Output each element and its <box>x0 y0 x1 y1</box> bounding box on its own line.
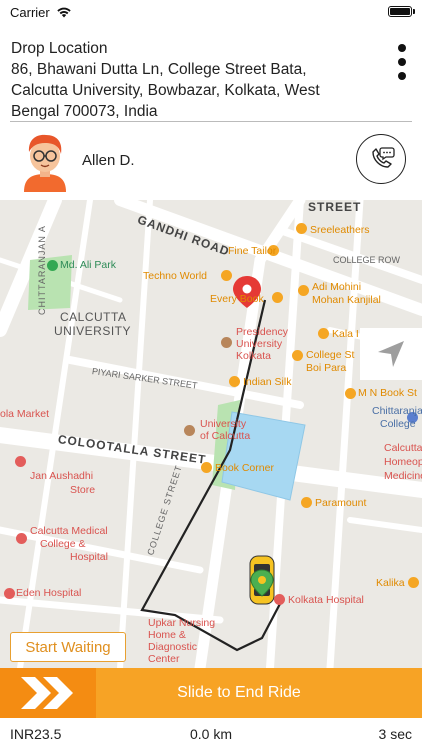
map-label: Calcutta <box>384 442 422 454</box>
map-label: Center <box>148 653 180 665</box>
poi-marker <box>274 594 285 605</box>
map-label: CALCUTTA <box>60 310 127 324</box>
map-label: CHITTARANJAN A <box>37 225 47 315</box>
avatar <box>24 134 66 192</box>
poi-marker <box>221 270 232 281</box>
map-label: Jan Aushadhi <box>30 470 94 482</box>
drop-location-panel: Drop Location 86, Bhawani Dutta Ln, Coll… <box>0 34 422 122</box>
map-label: Kolkata <box>236 350 272 362</box>
poi-marker <box>15 456 26 467</box>
battery-icon <box>388 6 415 17</box>
map-label: Sreeleathers <box>310 224 370 236</box>
poi-marker <box>408 577 419 588</box>
map-label: University <box>236 338 283 350</box>
map-label: STREET <box>308 200 362 214</box>
map-label: Indian Silk <box>243 376 292 388</box>
recenter-button[interactable] <box>360 328 422 380</box>
map-label: University <box>200 418 247 430</box>
map-label: Medicine <box>384 470 422 482</box>
map-label: Kalika <box>376 577 405 589</box>
poi-marker <box>47 260 58 271</box>
rider-row: Allen D. <box>0 126 422 198</box>
map-label: Techno World <box>143 270 208 282</box>
map-label: Hospital <box>70 551 108 563</box>
divider <box>10 121 412 122</box>
status-bar: Carrier <box>0 0 422 24</box>
map-label: Presidency <box>236 326 288 338</box>
map-label: Home & <box>148 629 186 641</box>
map-label: College <box>380 418 416 430</box>
car-icon <box>249 555 275 605</box>
map-label: Homeopath <box>384 456 422 468</box>
drop-location-title: Drop Location <box>11 40 108 57</box>
map-label: Eden Hospital <box>16 587 82 599</box>
poi-marker <box>298 285 309 296</box>
poi-marker <box>229 376 240 387</box>
map-label: Calcutta Medical <box>30 525 108 537</box>
rider-name: Allen D. <box>82 152 135 169</box>
map-label: Store <box>70 484 96 496</box>
map-label: Chittaranjan <box>372 405 422 417</box>
map-label: College St <box>306 349 355 361</box>
map-label: Md. Ali Park <box>60 259 117 271</box>
poi-marker <box>296 223 307 234</box>
poi-marker <box>221 337 232 348</box>
more-options-icon[interactable] <box>392 44 412 80</box>
poi-marker <box>4 588 15 599</box>
poi-marker <box>184 425 195 436</box>
poi-marker <box>345 388 356 399</box>
map-label: M N Book St <box>358 387 417 399</box>
poi-marker <box>318 328 329 339</box>
map-label: Mohan Kanjilal <box>312 294 381 306</box>
trip-stats: INR23.5 0.0 km 3 sec <box>0 718 422 750</box>
phone-chat-icon <box>372 147 395 168</box>
double-chevron-right-icon <box>21 677 73 709</box>
map-label: Fine Tailor <box>228 245 277 257</box>
map-label: Every Book <box>210 293 264 305</box>
wifi-icon <box>57 7 71 18</box>
map-label: Kolkata Hospital <box>288 594 364 606</box>
map-view[interactable]: GANDHI ROAD STREET Sreeleathers Fine Tai… <box>0 200 422 668</box>
map-label: ola Market <box>0 408 50 420</box>
drop-location-address: 86, Bhawani Dutta Ln, College Street Bat… <box>11 61 320 120</box>
map-label: UNIVERSITY <box>54 324 132 338</box>
map-label: of Calcutta <box>200 430 251 442</box>
poi-marker <box>16 533 27 544</box>
navigation-arrow-icon <box>378 341 404 367</box>
start-waiting-button[interactable]: Start Waiting <box>10 632 126 662</box>
map-label: Boi Para <box>306 362 347 374</box>
map-label: Paramount <box>315 497 367 509</box>
poi-marker <box>301 497 312 508</box>
poi-marker <box>272 292 283 303</box>
carrier-label: Carrier <box>10 4 50 20</box>
map-label: Upkar Nursing <box>148 617 216 629</box>
poi-marker <box>292 350 303 361</box>
slide-to-end-ride[interactable]: Slide to End Ride <box>0 668 422 718</box>
map-label: COLLEGE ROW <box>333 255 401 265</box>
map-label: Kala I <box>332 328 359 340</box>
call-button[interactable] <box>356 134 406 184</box>
slide-handle[interactable] <box>0 668 96 718</box>
map-label: Adi Mohini <box>312 281 362 293</box>
distance-value: 0.0 km <box>189 726 232 742</box>
map-label: College & <box>40 538 86 550</box>
map-label: Diagnostic <box>148 641 198 653</box>
slide-label: Slide to End Ride <box>177 684 301 701</box>
map-label: Book Corner <box>215 462 274 474</box>
